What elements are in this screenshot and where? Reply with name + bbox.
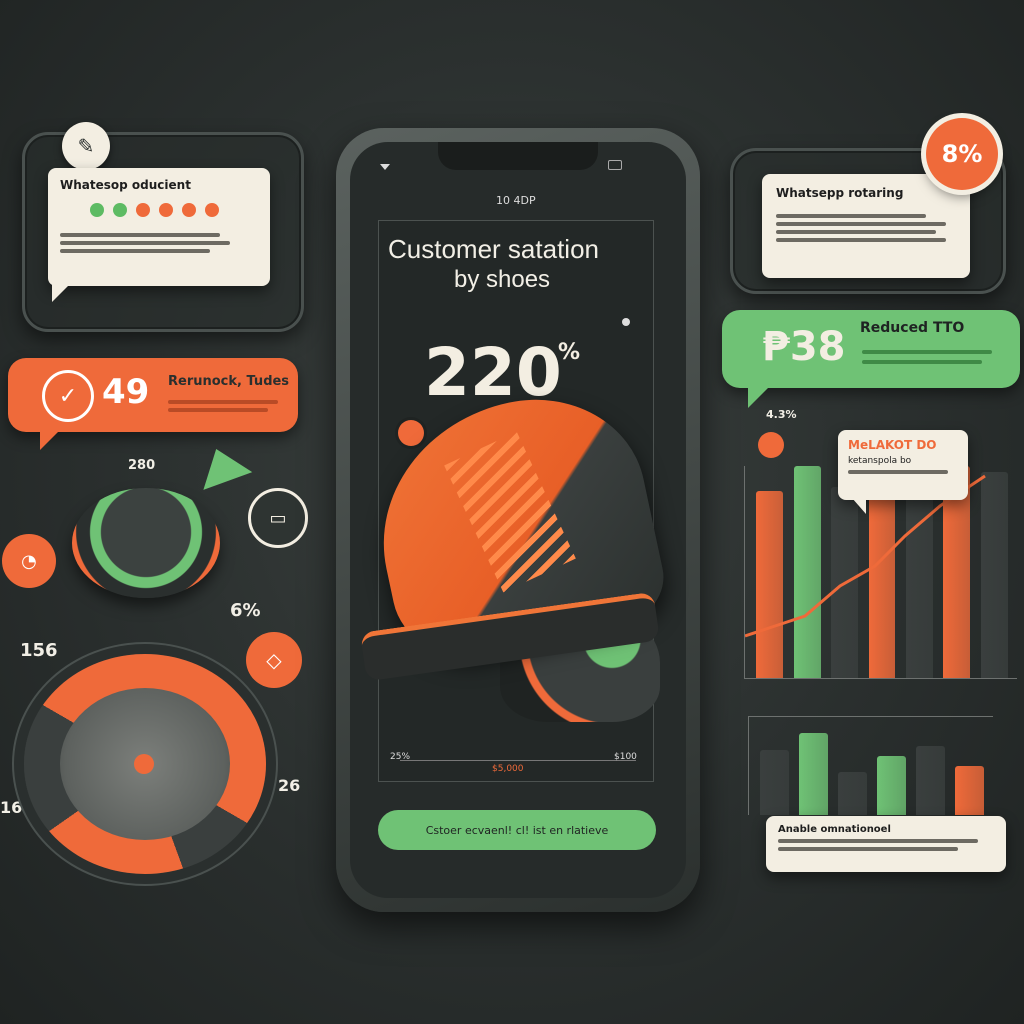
chart-bar (838, 771, 867, 815)
arrow-icon (191, 440, 253, 490)
chart-bar (916, 746, 945, 815)
range-left: 25% (390, 752, 411, 762)
signal-icon (380, 164, 390, 170)
right-bottom-card: Anable omnationoel (766, 816, 1006, 872)
gauge-chart (24, 654, 266, 874)
chart-bar (799, 732, 828, 815)
cta-label: Cstoer ecvaenl! cl! ist en rlatieve (425, 823, 609, 837)
chat-orange-icon[interactable]: ◔ (2, 534, 56, 588)
tag-icon[interactable]: ◇ (246, 632, 302, 688)
green-value: ₱38 (762, 324, 846, 370)
text-line (60, 249, 210, 253)
chart-bar (760, 750, 789, 815)
rating-dot (113, 203, 127, 217)
phone-screen: 10 4DP Customer satation by shoes 220 % … (350, 142, 686, 898)
percent-badge: 8% (926, 118, 998, 190)
stat-43: 4.3% (766, 408, 797, 421)
chat-icon[interactable]: ▭ (248, 488, 308, 548)
callout-body: ketanspola bo (848, 456, 912, 466)
stat-156: 156 (20, 640, 58, 661)
bubble-tail (748, 384, 772, 408)
pin-icon (758, 432, 784, 458)
rating-dot (90, 203, 104, 217)
text-line (776, 222, 946, 226)
text-line (60, 233, 220, 237)
headline: Customer satation (388, 234, 599, 264)
rating-dot (159, 203, 173, 217)
rating-dot (205, 203, 219, 217)
stat-160: 160 (0, 798, 34, 817)
bars-bottom-container (755, 717, 989, 815)
bubble-tail (40, 428, 62, 450)
text-line (862, 350, 992, 354)
rating-dot (136, 203, 150, 217)
stat-26: 26 (278, 776, 301, 795)
status-time: 10 4DP (496, 194, 536, 207)
text-line (848, 470, 948, 474)
subheadline: by shoes (454, 266, 551, 293)
text-line (168, 408, 268, 412)
range-line (400, 760, 636, 761)
text-line (862, 360, 982, 364)
gauge-hub (134, 754, 154, 774)
text-line (778, 847, 958, 851)
chart-bar (877, 756, 906, 815)
stat-6pct: 6% (230, 600, 261, 621)
text-line (60, 241, 230, 245)
text-line (776, 214, 926, 218)
right-top-card: Whatsepp rotaring (762, 174, 970, 278)
text-line (776, 230, 936, 234)
left-top-card: Whatesop oducient (48, 168, 270, 286)
camera-icon (608, 160, 622, 170)
text-line (778, 839, 978, 843)
chart-bar (955, 766, 984, 815)
phone-notch (438, 142, 598, 170)
bottom-card-text: Anable omnationoel (778, 824, 891, 835)
range-right: $100 (614, 752, 637, 762)
rating-dot (182, 203, 196, 217)
check-badge-icon: ✓ (42, 370, 94, 422)
bubble-tail (52, 284, 70, 302)
right-green-banner: ₱38 Reduced TTO (722, 310, 1020, 388)
node-dot (622, 318, 630, 326)
green-text: Reduced TTO (860, 320, 965, 336)
node-dot (398, 420, 424, 446)
stat-280: 280 (128, 458, 156, 473)
badge-pct: 8% (941, 140, 983, 168)
right-top-card-title: Whatsepp rotaring (776, 186, 904, 200)
range-mid: $5,000 (492, 764, 524, 774)
left-top-card-title: Whatesop oducient (60, 178, 191, 192)
banner-value: 49 (102, 372, 150, 412)
chat-bubble-icon[interactable]: ✎ (62, 122, 110, 170)
bar-chart-bottom (748, 716, 993, 815)
shoe-icon (72, 488, 220, 598)
cta-button[interactable]: Cstoer ecvaenl! cl! ist en rlatieve (378, 810, 656, 850)
text-line (776, 238, 946, 242)
left-orange-banner: ✓ 49 Rerunock, Tudes (8, 358, 298, 432)
banner-text: Rerunock, Tudes (168, 374, 290, 389)
bubble-tail (852, 498, 866, 514)
callout-card: MeLAKOT DO ketanspola bo (838, 430, 968, 500)
text-line (168, 400, 278, 404)
rating-dots (90, 202, 258, 221)
big-stat-suffix: % (558, 340, 581, 365)
callout-title: MeLAKOT DO (848, 438, 937, 452)
